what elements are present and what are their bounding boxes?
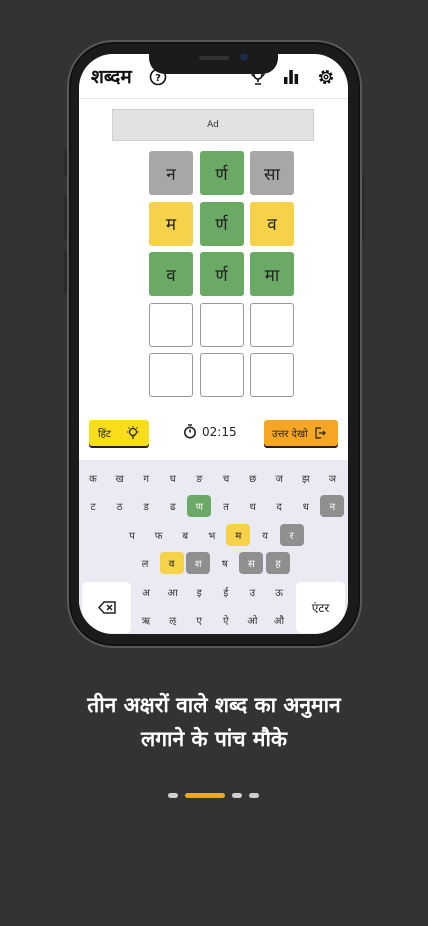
keyboard-key[interactable]: क: [81, 467, 105, 489]
keyboard: एंटर कखगघङचछजझञ टठडढणतथदधन पफबभमयर लवशषसह अआ…: [79, 460, 348, 634]
keyboard-key[interactable]: छ: [240, 467, 265, 489]
keyboard-key[interactable]: इ: [187, 581, 212, 603]
keyboard-key[interactable]: ख: [107, 467, 132, 489]
keyboard-key[interactable]: र: [279, 524, 304, 546]
keyboard-key[interactable]: म: [226, 524, 251, 546]
keyboard-key[interactable]: अ: [134, 581, 158, 603]
page-indicator: [0, 793, 428, 801]
caption: तीन अक्षरों वाले शब्द का अनुमान लगाने के…: [0, 688, 428, 756]
keyboard-key[interactable]: ई: [213, 581, 238, 603]
show-answer-label: उत्तर देखो: [272, 429, 308, 440]
phone-mute-switch: [64, 150, 67, 176]
grid-tile: सा: [250, 151, 294, 195]
svg-text:?: ?: [155, 73, 161, 84]
front-camera: [240, 54, 248, 61]
keyboard-key[interactable]: घ: [160, 467, 185, 489]
grid-tile: [149, 353, 193, 397]
enter-label: एंटर: [311, 601, 330, 615]
keyboard-key[interactable]: ध: [293, 495, 318, 517]
keyboard-key[interactable]: य: [253, 524, 277, 546]
grid-tile: न: [149, 151, 193, 195]
keyboard-key[interactable]: झ: [293, 467, 318, 489]
keyboard-key[interactable]: ब: [173, 524, 198, 546]
keyboard-key[interactable]: ऌ: [160, 609, 185, 631]
backspace-icon: [97, 601, 116, 614]
keyboard-key[interactable]: ऊ: [267, 581, 291, 603]
keyboard-key[interactable]: द: [267, 495, 292, 517]
keyboard-key[interactable]: प: [120, 524, 144, 546]
timer: 02:15: [183, 424, 237, 439]
caption-line-1: तीन अक्षरों वाले शब्द का अनुमान: [87, 693, 341, 717]
keyboard-key[interactable]: ठ: [107, 495, 132, 517]
keyboard-key[interactable]: थ: [240, 495, 265, 517]
keyboard-key[interactable]: ण: [187, 495, 212, 517]
notch: [149, 54, 278, 74]
keyboard-key[interactable]: ढ: [160, 495, 185, 517]
grid-tile: म: [149, 201, 193, 246]
phone-volume-up: [64, 195, 67, 239]
keyboard-key[interactable]: ए: [187, 609, 212, 631]
grid-tile: व: [149, 252, 193, 296]
grid-tile: र्ण: [199, 151, 244, 195]
grid-tile: मा: [250, 252, 294, 296]
hint-button[interactable]: हिंट: [89, 420, 149, 446]
keyboard-key[interactable]: आ: [160, 581, 185, 603]
grid-tile: र्ण: [199, 201, 244, 246]
keyboard-key[interactable]: ङ: [187, 467, 212, 489]
stats-icon[interactable]: [282, 68, 300, 86]
keyboard-key[interactable]: ज: [267, 467, 292, 489]
gear-icon[interactable]: [317, 68, 335, 86]
speaker: [199, 56, 229, 60]
stopwatch-icon: [183, 424, 197, 439]
page-dot[interactable]: [249, 793, 259, 798]
grid-tile: [149, 302, 193, 347]
keyboard-key[interactable]: ग: [134, 467, 159, 489]
app-screen: शब्दम ? Ad न र्ण सा म र्ण व व र्ण मा हिंट: [79, 54, 348, 634]
enter-key[interactable]: एंटर: [296, 582, 345, 633]
page-dot-active[interactable]: [185, 793, 225, 798]
keyboard-key[interactable]: उ: [240, 581, 265, 603]
keyboard-key[interactable]: भ: [199, 524, 224, 546]
show-answer-button[interactable]: उत्तर देखो: [264, 420, 338, 446]
grid-tile: व: [250, 201, 294, 246]
keyboard-key[interactable]: ओ: [240, 609, 265, 631]
backspace-key[interactable]: [82, 582, 131, 633]
timer-value: 02:15: [202, 424, 237, 439]
caption-line-2: लगाने के पांच मौके: [140, 727, 288, 751]
keyboard-key[interactable]: ञ: [320, 467, 345, 489]
keyboard-key[interactable]: च: [214, 467, 238, 489]
grid-tile: [250, 302, 294, 347]
ad-label: Ad: [207, 120, 219, 130]
keyboard-key[interactable]: ऐ: [213, 609, 238, 631]
lightbulb-icon: [125, 425, 141, 441]
hint-label: हिंट: [98, 429, 111, 440]
keyboard-key[interactable]: ह: [266, 552, 290, 574]
page-dot[interactable]: [232, 793, 242, 798]
page-dot[interactable]: [168, 793, 178, 798]
grid-tile: [250, 353, 294, 397]
exit-icon: [314, 427, 326, 439]
keyboard-key[interactable]: ड: [134, 495, 159, 517]
keyboard-key[interactable]: फ: [146, 524, 171, 546]
keyboard-key[interactable]: न: [320, 495, 345, 517]
keyboard-key[interactable]: ष: [212, 552, 237, 574]
phone-power-button: [362, 175, 365, 241]
keyboard-key[interactable]: स: [239, 552, 264, 574]
grid-tile: [199, 302, 244, 347]
keyboard-key[interactable]: ऋ: [134, 609, 158, 631]
keyboard-key[interactable]: औ: [267, 609, 291, 631]
keyboard-key[interactable]: व: [159, 552, 184, 574]
keyboard-key[interactable]: त: [214, 495, 238, 517]
phone-volume-down: [64, 250, 67, 294]
grid-tile: [199, 353, 244, 397]
keyboard-key[interactable]: ल: [133, 552, 157, 574]
phone-frame: शब्दम ? Ad न र्ण सा म र्ण व व र्ण मा हिंट: [64, 40, 365, 648]
app-title: शब्दम: [91, 66, 132, 88]
keyboard-key[interactable]: श: [186, 552, 211, 574]
keyboard-key[interactable]: ट: [81, 495, 105, 517]
grid-tile: र्ण: [199, 252, 244, 296]
ad-banner[interactable]: Ad: [112, 109, 314, 141]
